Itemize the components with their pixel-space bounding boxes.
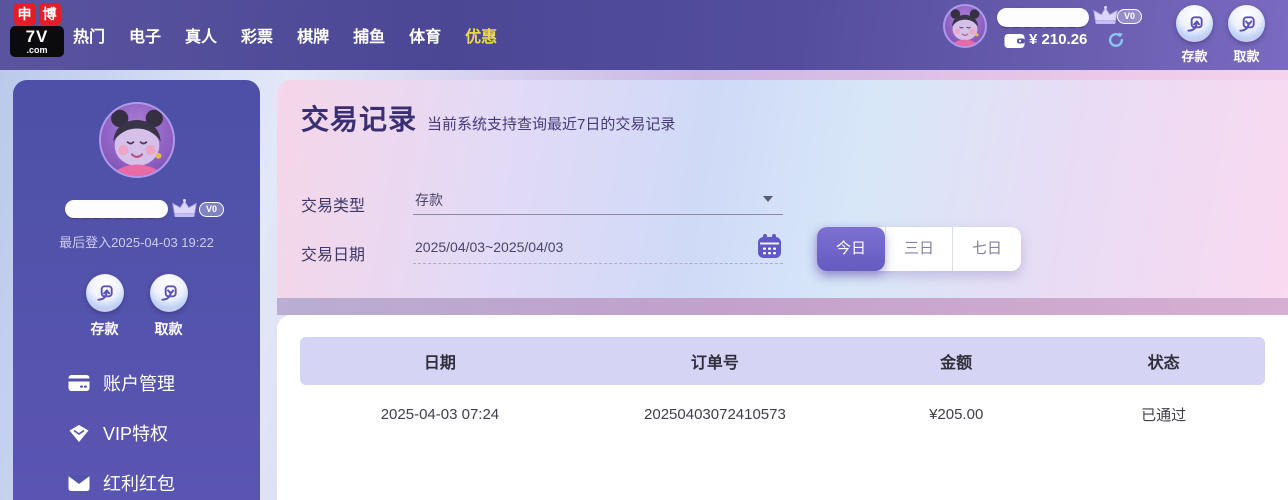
main-navigation: 热门 电子 真人 彩票 棋牌 捕鱼 体育 优惠 xyxy=(73,0,497,70)
page-background xyxy=(277,298,1288,315)
sidebar-item-bonus-redpacket[interactable]: 红利红包 xyxy=(13,458,260,500)
user-avatar-small[interactable] xyxy=(943,4,987,48)
sidebar-item-label: 账户管理 xyxy=(103,370,175,396)
deposit-label: 存款 xyxy=(91,319,119,339)
sidebar-item-label: VIP特权 xyxy=(103,420,168,446)
nav-item-lottery[interactable]: 彩票 xyxy=(241,23,273,47)
logo-badges: 申 博 xyxy=(14,3,61,25)
header-amount: 金额 xyxy=(850,349,1062,373)
page-subtitle: 当前系统支持查询最近7日的交易记录 xyxy=(427,113,675,138)
transaction-date-value: 2025/04/03~2025/04/03 xyxy=(415,239,563,255)
transaction-type-select[interactable]: 存款 xyxy=(413,184,783,215)
logo-7v-text: 7V xyxy=(26,28,49,45)
account-balance: ¥ 210.26 xyxy=(1029,31,1087,48)
logo-com-text: .com xyxy=(26,46,47,55)
tab-seven-days[interactable]: 七日 xyxy=(953,227,1021,271)
nav-item-slots[interactable]: 电子 xyxy=(129,23,161,47)
gem-icon xyxy=(68,424,90,443)
nav-item-live[interactable]: 真人 xyxy=(185,23,217,47)
withdraw-label: 取款 xyxy=(155,319,183,339)
transaction-type-value: 存款 xyxy=(415,190,443,210)
nav-item-hot[interactable]: 热门 xyxy=(73,23,105,47)
cell-amount: ¥205.00 xyxy=(850,406,1062,423)
transaction-filter-card: 交易记录 当前系统支持查询最近7日的交易记录 交易类型 存款 交易日期 2025… xyxy=(277,80,1288,298)
wallet-icon xyxy=(1004,33,1025,49)
sidebar-user-row: V0 xyxy=(13,198,260,222)
cell-status: 已通过 xyxy=(1062,404,1265,425)
avatar-illustration xyxy=(945,6,985,46)
transaction-table-card: 日期 订单号 金额 状态 2025-04-03 07:24 2025040307… xyxy=(277,315,1288,500)
withdraw-button-circle[interactable] xyxy=(150,274,188,312)
deposit-icon xyxy=(1185,14,1205,34)
date-range-tabs: 今日 三日 七日 xyxy=(817,227,1021,271)
cell-order-number: 20250403072410573 xyxy=(580,406,850,423)
sidebar-item-label: 红利红包 xyxy=(103,470,175,496)
vip-level-badge: V0 xyxy=(1117,9,1142,24)
deposit-button-top[interactable] xyxy=(1176,5,1213,42)
logo-box: 7V .com xyxy=(10,26,64,57)
nav-item-chess[interactable]: 棋牌 xyxy=(297,23,329,47)
deposit-button-sidebar[interactable]: 存款 xyxy=(86,274,124,339)
tab-three-days[interactable]: 三日 xyxy=(885,227,953,271)
sidebar: V0 最后登入2025-04-03 19:22 存款 取款 xyxy=(13,80,260,500)
withdraw-button-top[interactable] xyxy=(1228,5,1265,42)
user-avatar-large[interactable] xyxy=(99,102,175,178)
withdraw-button-sidebar[interactable]: 取款 xyxy=(150,274,188,339)
vip-level-badge: V0 xyxy=(199,202,224,217)
nav-item-promotions[interactable]: 优惠 xyxy=(465,23,497,47)
withdraw-icon xyxy=(1237,14,1257,34)
page-title: 交易记录 xyxy=(301,98,417,138)
header-order-number: 订单号 xyxy=(580,349,850,373)
transaction-type-label: 交易类型 xyxy=(301,192,365,216)
site-logo[interactable]: 申 博 7V .com xyxy=(10,3,64,57)
cell-date: 2025-04-03 07:24 xyxy=(300,406,580,423)
deposit-icon xyxy=(95,283,115,303)
withdraw-icon xyxy=(159,283,179,303)
sidebar-item-account-management[interactable]: 账户管理 xyxy=(13,358,260,408)
envelope-icon xyxy=(68,474,90,492)
transaction-date-label: 交易日期 xyxy=(301,241,365,265)
tab-today[interactable]: 今日 xyxy=(817,227,885,271)
last-login-text: 最后登入2025-04-03 19:22 xyxy=(13,232,260,251)
withdraw-button-top-label: 取款 xyxy=(1228,46,1265,65)
table-row[interactable]: 2025-04-03 07:24 20250403072410573 ¥205.… xyxy=(300,385,1265,443)
username-censored xyxy=(997,8,1089,27)
logo-badge-shen: 申 xyxy=(14,3,36,25)
table-header-row: 日期 订单号 金额 状态 xyxy=(300,337,1265,385)
vip-crown-icon xyxy=(1092,5,1119,26)
sidebar-menu: 账户管理 VIP特权 红利红包 xyxy=(13,358,260,500)
sidebar-item-vip-privileges[interactable]: VIP特权 xyxy=(13,408,260,458)
refresh-balance-icon[interactable] xyxy=(1107,31,1125,49)
deposit-button-top-label: 存款 xyxy=(1176,46,1213,65)
chevron-down-icon xyxy=(763,196,773,202)
page-title-row: 交易记录 当前系统支持查询最近7日的交易记录 xyxy=(301,98,675,138)
top-bar: 申 博 7V .com 热门 电子 真人 彩票 棋牌 捕鱼 体育 优惠 xyxy=(0,0,1288,70)
card-icon xyxy=(68,374,90,392)
avatar-illustration xyxy=(101,104,173,176)
header-date: 日期 xyxy=(300,349,580,373)
transaction-date-input[interactable]: 2025/04/03~2025/04/03 xyxy=(413,233,783,264)
deposit-button-circle[interactable] xyxy=(86,274,124,312)
header-status: 状态 xyxy=(1062,349,1265,373)
vip-crown-icon xyxy=(171,198,198,219)
username-censored xyxy=(65,200,168,218)
nav-item-sports[interactable]: 体育 xyxy=(409,23,441,47)
calendar-icon[interactable] xyxy=(756,233,783,260)
nav-item-fishing[interactable]: 捕鱼 xyxy=(353,23,385,47)
sidebar-actions: 存款 取款 xyxy=(13,274,260,339)
logo-badge-bo: 博 xyxy=(39,3,61,25)
